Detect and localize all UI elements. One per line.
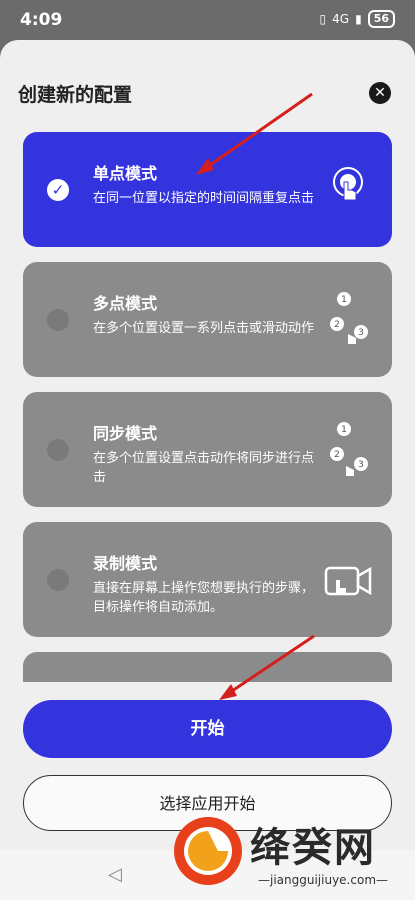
back-icon[interactable]: ◁ [108,864,128,885]
vibrate-icon: ▯ [319,12,327,26]
svg-text:1: 1 [341,425,347,435]
signal-icon: ▮ [355,12,362,26]
mode-card-multi[interactable]: 多点模式 在多个位置设置一系列点击或滑动动作 1 2 3 [23,262,392,377]
status-bar: 4:09 ▯ 4G ▮ 56 [0,0,415,40]
unselected-radio [47,309,69,331]
network-label: 4G [332,12,350,26]
watermark-logo-icon [174,817,242,885]
mode-title: 同步模式 [93,424,158,443]
selected-check-icon: ✓ [47,179,69,201]
mode-title: 录制模式 [93,554,158,573]
start-button[interactable]: 开始 [23,700,392,758]
mode-card-record[interactable]: 录制模式 直接在屏幕上操作您想要执行的步骤，目标操作将自动添加。 [23,522,392,637]
status-icons: ▯ 4G ▮ 56 [320,10,395,28]
mode-title: 多点模式 [93,294,158,313]
unselected-radio [47,569,69,591]
mode-title: 单点模式 [93,164,158,183]
mode-description: 在多个位置设置点击动作将同步进行点击 [93,451,315,485]
svg-text:3: 3 [358,460,364,470]
mode-card-more[interactable] [23,652,392,682]
watermark-name: 绛癸网 [250,825,376,871]
mode-card-sync[interactable]: 同步模式 在多个位置设置点击动作将同步进行点击 1 2 3 [23,392,392,507]
watermark-url: —jiangguijiuye.com— [258,873,389,887]
svg-text:2: 2 [334,450,340,460]
single-tap-icon [333,167,363,201]
mode-description: 在同一位置以指定的时间间隔重复点击 [93,191,315,206]
multi-tap-icon: 1 2 3 [330,292,368,344]
mode-description: 直接在屏幕上操作您想要执行的步骤，目标操作将自动添加。 [93,581,315,615]
create-config-sheet: 创建新的配置 ✕ ✓ 单点模式 在同一位置以指定的时间间隔重复点击 多点模式 在… [0,40,415,900]
dialog-title: 创建新的配置 [18,84,133,106]
battery-indicator: 56 [367,10,395,28]
close-button[interactable]: ✕ [369,82,391,104]
status-time: 4:09 [20,10,63,30]
svg-text:3: 3 [358,328,364,338]
unselected-radio [47,439,69,461]
close-icon: ✕ [374,85,386,101]
site-watermark: 绛癸网 —jiangguijiuye.com— [160,805,410,900]
mode-description: 在多个位置设置一系列点击或滑动动作 [93,321,315,336]
sync-tap-icon: 1 2 3 [330,422,368,476]
record-icon [324,566,372,596]
svg-text:1: 1 [341,295,347,305]
arrow-head-2 [219,684,237,700]
svg-text:2: 2 [334,320,340,330]
mode-card-single[interactable]: ✓ 单点模式 在同一位置以指定的时间间隔重复点击 [23,132,392,247]
